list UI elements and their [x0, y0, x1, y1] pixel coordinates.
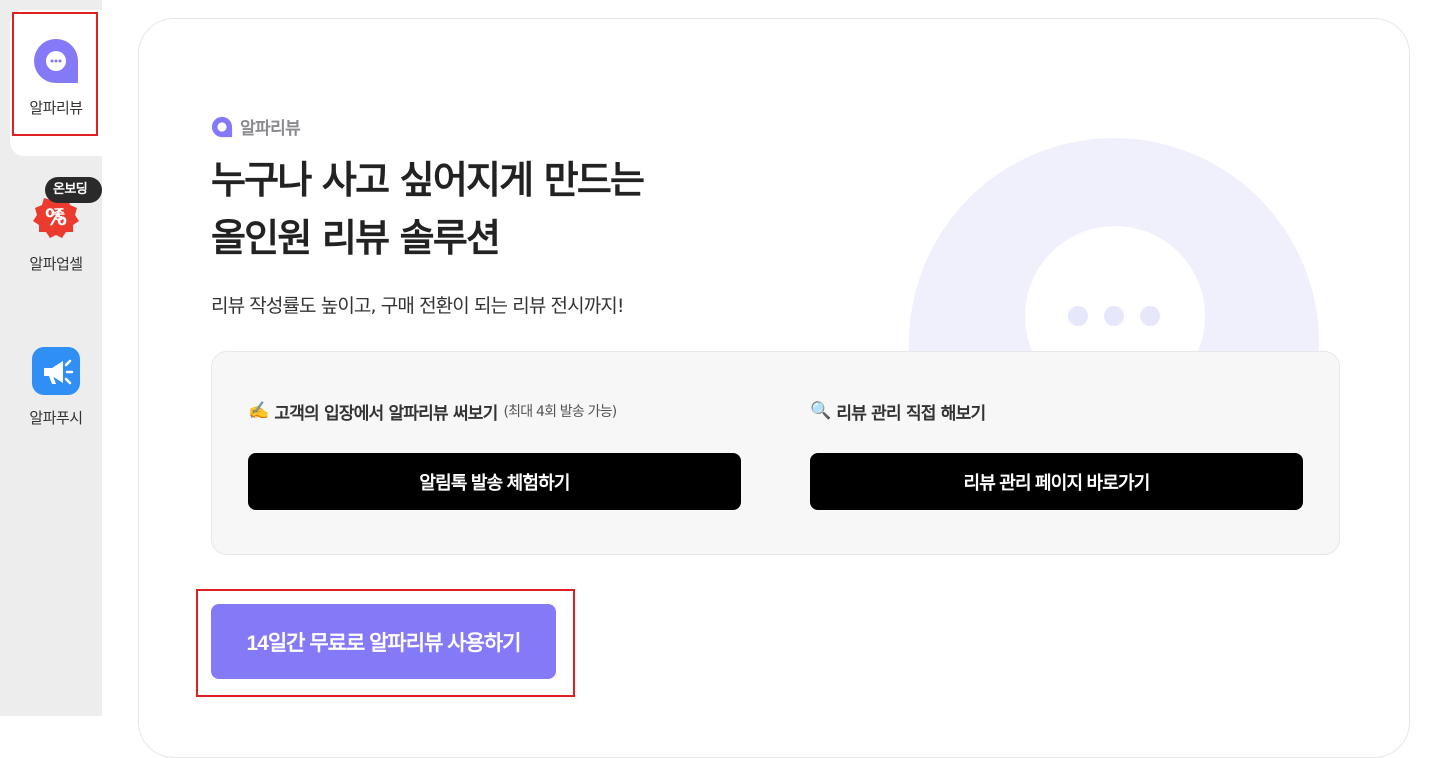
subtitle: 리뷰 작성률도 높이고, 구매 전환이 되는 리뷰 전시까지! — [211, 295, 625, 317]
sidebar-highlight-box — [12, 12, 98, 136]
decorative-dot — [1068, 306, 1088, 326]
writing-hand-icon: ✍️ — [248, 401, 269, 421]
alimtalk-trial-button[interactable]: 알림톡 발송 체험하기 — [248, 453, 741, 510]
sidebar-item-label: 알파푸시 — [29, 409, 83, 427]
megaphone-icon — [32, 347, 80, 395]
panel-left-note: (최대 4회 발송 가능) — [503, 404, 618, 420]
sidebar-item-label: 알파업셀 — [29, 255, 83, 273]
review-manage-button[interactable]: 리뷰 관리 페이지 바로가기 — [810, 453, 1303, 510]
brand-name: 알파리뷰 — [240, 119, 301, 139]
magnifier-icon: 🔍 — [810, 401, 831, 421]
panel-right-title-text: 리뷰 관리 직접 해보기 — [836, 403, 986, 424]
headline-line-1: 누구나 사고 싶어지게 만드는 — [211, 158, 645, 202]
onboarding-badge: 온보딩중 — [45, 177, 102, 223]
decorative-dot — [1104, 306, 1124, 326]
panel-left-column: ✍️ 고객의 입장에서 알파리뷰 써보기 (최대 4회 발송 가능) 알림톡 발… — [248, 399, 741, 510]
decorative-dot — [1140, 306, 1160, 326]
panel-left-title: ✍️ 고객의 입장에서 알파리뷰 써보기 (최대 4회 발송 가능) — [248, 399, 741, 424]
panel-right-title: 🔍 리뷰 관리 직접 해보기 — [810, 399, 1303, 424]
panel-left-title-text: 고객의 입장에서 알파리뷰 써보기 — [274, 403, 498, 424]
headline-line-2: 올인원 리뷰 솔루션 — [211, 216, 501, 260]
panel-right-column: 🔍 리뷰 관리 직접 해보기 리뷰 관리 페이지 바로가기 — [810, 399, 1303, 510]
sidebar-item-alpha-push[interactable]: 알파푸시 — [10, 320, 102, 466]
alpha-review-logo-icon — [211, 116, 233, 137]
cta-highlight-box — [196, 589, 575, 697]
brand-label: 알파리뷰 — [211, 114, 301, 139]
trial-panel: ✍️ 고객의 입장에서 알파리뷰 써보기 (최대 4회 발송 가능) 알림톡 발… — [211, 351, 1340, 555]
page-title: 누구나 사고 싶어지게 만드는 올인원 리뷰 솔루션 — [211, 151, 645, 267]
